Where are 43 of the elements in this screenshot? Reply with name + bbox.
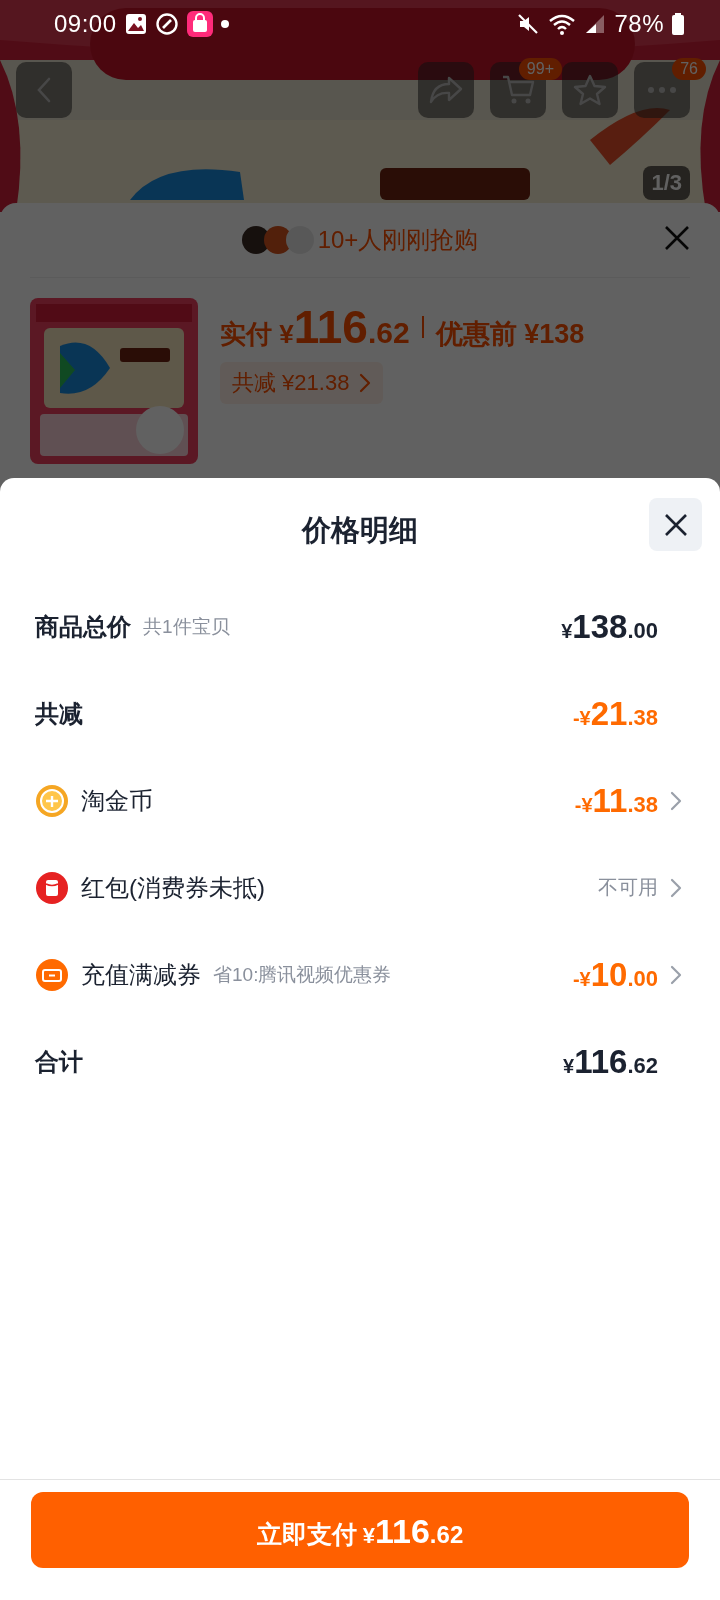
row-label: 商品总价: [35, 611, 131, 642]
gallery-icon: [124, 13, 147, 35]
row-note: 省10:腾讯视频优惠券: [213, 962, 392, 987]
chevron-icon: [359, 373, 372, 393]
discount-chip[interactable]: 共减 ¥21.38: [220, 362, 384, 404]
original-price: 优惠前 ¥138: [435, 318, 585, 351]
count-badge: 76: [672, 58, 706, 80]
shopping-bag-icon: [186, 11, 213, 37]
battery-icon: [672, 13, 684, 35]
row-label: 合计: [35, 1046, 83, 1077]
row-label: 共减: [35, 698, 83, 729]
coin-icon: [35, 783, 69, 818]
share-icon: [429, 76, 463, 104]
close-icon: [664, 225, 690, 251]
row-note: 共1件宝贝: [143, 614, 230, 639]
row-label: 充值满减券: [81, 959, 201, 990]
compass-icon: [154, 12, 179, 36]
more-icon: [647, 86, 677, 94]
cart-icon: [501, 74, 535, 106]
close-button[interactable]: [649, 498, 702, 551]
signal-icon: [584, 13, 607, 35]
price-amount: ¥116.62: [563, 1042, 658, 1081]
sheet-title: 价格明细: [302, 512, 418, 548]
price-amount: ¥138.00: [561, 607, 658, 646]
battery-percent: 78%: [614, 10, 664, 38]
row-label: 淘金币: [81, 785, 153, 816]
envelope-icon: [35, 870, 69, 905]
recent-buyers-text: 10+人刚刚抢购: [317, 225, 479, 255]
back-icon: [36, 76, 52, 104]
actual-price: 实付 ¥116.62: [220, 300, 410, 354]
price-amount: -¥10.00: [572, 955, 658, 994]
price-amount: -¥21.38: [572, 694, 658, 733]
row-label: 红包(消费券未抵): [81, 872, 265, 903]
notification-dot-icon: [220, 20, 229, 28]
ticket-icon: [35, 957, 69, 992]
wifi-icon: [548, 12, 577, 36]
clock-time: 09:00: [54, 10, 117, 38]
status-text: 不可用: [598, 875, 658, 900]
pay-button[interactable]: 立即支付 ¥116.62: [31, 1492, 689, 1568]
avatar-icon: [285, 226, 314, 254]
close-icon: [663, 512, 688, 537]
price-amount: -¥11.38: [574, 781, 658, 820]
star-icon: [573, 74, 607, 106]
